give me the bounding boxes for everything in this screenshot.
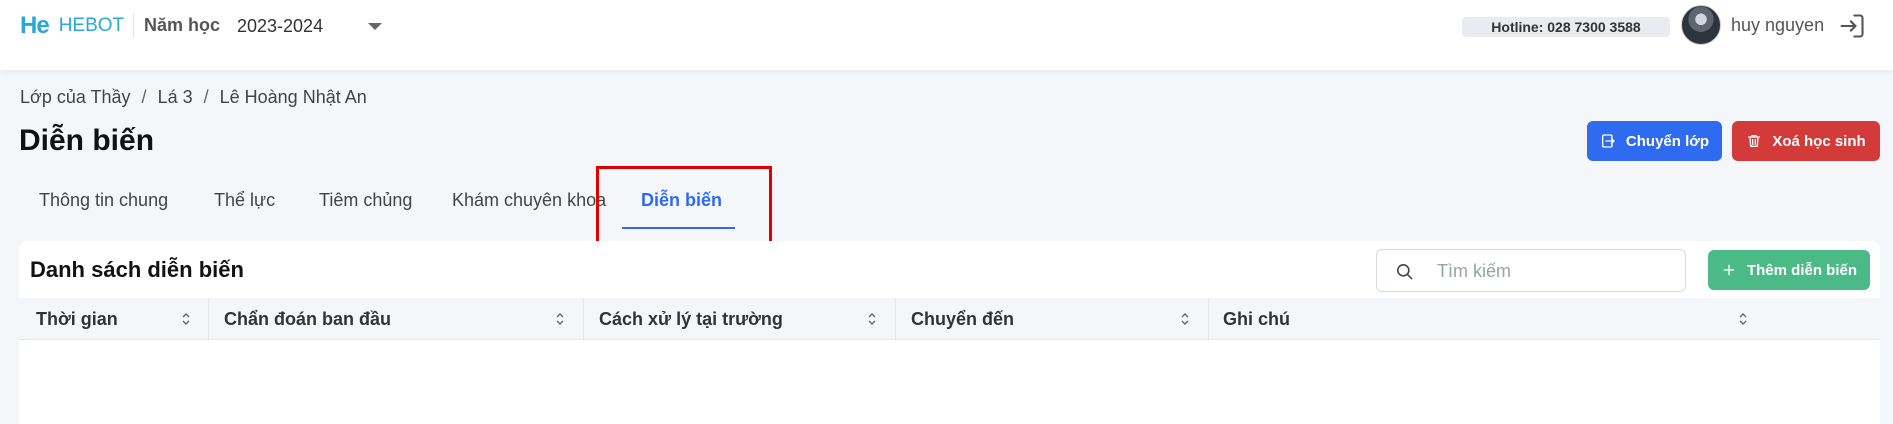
- brand-name: HEBOT: [58, 15, 125, 36]
- sort-icon[interactable]: [1738, 312, 1748, 326]
- column-header-handling[interactable]: Cách xử lý tại trường: [599, 298, 909, 340]
- user-name[interactable]: huy nguyen: [1731, 15, 1824, 36]
- school-year-select[interactable]: 2023-2024: [226, 10, 396, 42]
- column-divider: [583, 298, 584, 340]
- plus-icon: [1723, 264, 1735, 276]
- avatar[interactable]: [1681, 5, 1721, 45]
- breadcrumb-class[interactable]: Lá 3: [158, 87, 193, 108]
- column-label: Chẩn đoán ban đầu: [224, 308, 392, 329]
- logo-mark: He: [20, 12, 50, 39]
- column-divider: [1208, 298, 1209, 340]
- column-label: Chuyển đến: [911, 308, 1015, 329]
- tab-general-info[interactable]: Thông tin chung: [39, 190, 168, 211]
- breadcrumb-separator: /: [203, 87, 209, 107]
- tab-physical[interactable]: Thể lực: [214, 190, 275, 211]
- breadcrumb-class-owner[interactable]: Lớp của Thầy: [20, 87, 131, 108]
- logout-icon[interactable]: [1838, 12, 1866, 40]
- progress-list-card: Danh sách diễn biến Thêm diễn biến Thời …: [19, 241, 1880, 424]
- column-label: Ghi chú: [1223, 308, 1290, 329]
- breadcrumb-student: Lê Hoàng Nhật An: [219, 87, 367, 107]
- page-title: Diễn biến: [19, 124, 155, 157]
- delete-student-label: Xoá học sinh: [1772, 132, 1866, 150]
- search-box: [1376, 249, 1686, 292]
- exit-to-icon: [1601, 134, 1615, 148]
- hotline-badge: Hotline: 028 7300 3588: [1462, 17, 1670, 37]
- tab-specialist-exam[interactable]: Khám chuyên khoa: [452, 190, 606, 211]
- chevron-down-icon: [368, 23, 382, 30]
- trash-icon: [1748, 135, 1761, 147]
- sort-icon[interactable]: [555, 312, 565, 326]
- column-divider: [208, 298, 209, 340]
- breadcrumb-separator: /: [141, 87, 147, 107]
- tab-vaccination[interactable]: Tiêm chủng: [319, 190, 412, 211]
- column-header-initial-diagnosis[interactable]: Chẩn đoán ban đầu: [224, 298, 584, 340]
- move-class-label: Chuyển lớp: [1625, 132, 1710, 150]
- breadcrumb: Lớp của Thầy / Lá 3 / Lê Hoàng Nhật An: [20, 87, 367, 108]
- add-progress-button[interactable]: Thêm diễn biến: [1708, 250, 1870, 290]
- school-year-label: Năm học: [144, 15, 221, 35]
- add-progress-label: Thêm diễn biến: [1746, 261, 1857, 279]
- column-label: Thời gian: [36, 308, 118, 329]
- top-header: He HEBOT Năm học 2023-2024 Hotline: 028 …: [0, 0, 1893, 70]
- column-header-notes[interactable]: Ghi chú: [1223, 298, 1783, 340]
- move-class-button[interactable]: Chuyển lớp: [1587, 121, 1722, 161]
- delete-student-button[interactable]: Xoá học sinh: [1732, 121, 1880, 161]
- sort-icon[interactable]: [867, 312, 877, 326]
- header-divider: [133, 14, 134, 38]
- logo[interactable]: He HEBOT: [20, 10, 124, 42]
- search-input[interactable]: [1437, 259, 1667, 283]
- school-year-value: 2023-2024: [237, 15, 324, 36]
- sort-icon[interactable]: [181, 312, 191, 326]
- column-divider: [895, 298, 896, 340]
- list-title: Danh sách diễn biến: [30, 257, 244, 282]
- search-icon: [1396, 263, 1413, 280]
- highlight-box: [596, 166, 772, 246]
- column-header-transfer-to[interactable]: Chuyển đến: [911, 298, 1221, 340]
- column-label: Cách xử lý tại trường: [599, 308, 783, 329]
- sort-icon[interactable]: [1180, 312, 1190, 326]
- table-header: Thời gian Chẩn đoán ban đầu Cách xử lý t…: [19, 298, 1880, 340]
